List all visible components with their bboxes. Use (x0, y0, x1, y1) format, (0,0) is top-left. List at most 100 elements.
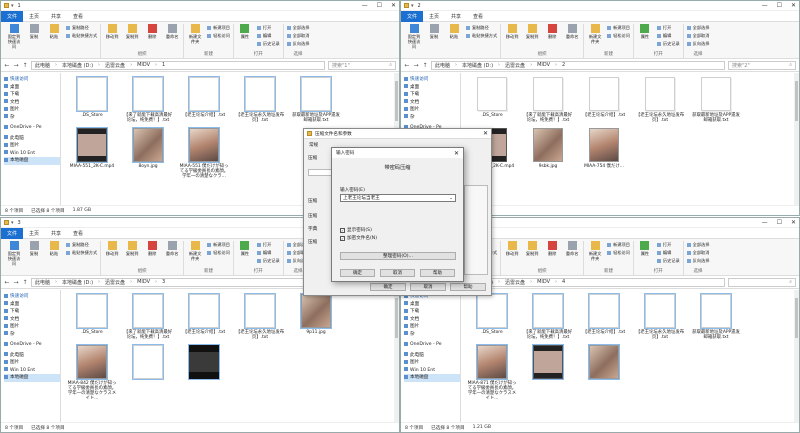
file-item[interactable] (579, 343, 629, 402)
select-all-button[interactable]: 全部选择 (287, 25, 310, 31)
new-folder-button[interactable]: 新建文件夹 (587, 24, 603, 44)
new-folder-button[interactable]: 新建文件夹 (587, 241, 603, 261)
forward-arrow-icon[interactable]: → (13, 62, 19, 69)
new-item-button[interactable]: 新建项目 (607, 25, 630, 31)
up-arrow-icon[interactable]: ↑ (22, 62, 28, 69)
paste-button[interactable]: 粘贴 (46, 241, 62, 256)
nav-win10-drive[interactable]: Win 10 Ent (4, 150, 60, 158)
tab-view[interactable]: 查看 (67, 230, 89, 237)
close-icon[interactable]: ✕ (791, 2, 796, 9)
invert-selection-button[interactable]: 反向选择 (687, 41, 710, 47)
file-item[interactable]: 【来了就能下载高清最好论坛，纯免费！】.txt (523, 293, 573, 341)
history-button[interactable]: 历史记录 (257, 258, 280, 264)
file-item[interactable]: 【老王论坛永久地址发布页】.txt (235, 76, 285, 124)
quick-access-toolbar-icon[interactable]: ▾ (411, 3, 414, 9)
file-item[interactable]: MIAA-871 僕だけが知ってる学級委員長の素顔。学年一の清楚なクラスメイト.… (467, 343, 517, 402)
breadcrumb-segment[interactable]: MIDV (137, 279, 150, 285)
tab-share[interactable]: 共享 (445, 13, 467, 20)
tab-home[interactable]: 主页 (23, 230, 45, 237)
tab-file[interactable]: 文件 (1, 10, 24, 22)
scrollbar-thumb[interactable] (395, 81, 398, 121)
copy-to-button[interactable]: 复制到 (124, 24, 140, 39)
quick-access-toolbar-icon[interactable]: ▾ (11, 220, 14, 226)
easy-access-button[interactable]: 轻松访问 (607, 250, 630, 256)
nav-downloads[interactable]: 下载 (404, 308, 460, 316)
file-item[interactable]: .DS_Store (67, 76, 117, 124)
breadcrumb-segment[interactable]: 3 (162, 279, 165, 285)
password-input[interactable]: 上老王论坛当老王 ⌄ (340, 194, 456, 202)
nav-misc[interactable]: 杂 (404, 114, 460, 122)
edit-button[interactable]: 编辑 (257, 33, 280, 39)
file-item[interactable]: 8oyn.jpg (123, 126, 173, 180)
file-item[interactable]: 【老王论坛永久地址发布页】.txt (235, 293, 285, 341)
breadcrumb[interactable]: 此电脑 › 本地磁盘 (D:) › 迅雷云盘 › MIDV › 2 (431, 60, 725, 70)
breadcrumb-segment[interactable]: MIDV (537, 62, 550, 68)
tab-general[interactable]: 常规 (309, 142, 318, 148)
help-button[interactable]: 帮助 (450, 283, 486, 291)
paste-shortcut-button[interactable]: 粘贴快捷方式 (66, 250, 97, 256)
open-button[interactable]: 打开 (257, 25, 280, 31)
file-item[interactable]: 【来了就能下载高清最好论坛，纯免费！】.txt (123, 293, 173, 341)
edit-button[interactable]: 编辑 (657, 33, 680, 39)
nav-win10-drive[interactable]: Win 10 Ent (404, 367, 460, 375)
organize-passwords-button[interactable]: 整理密码(O)... (340, 252, 456, 260)
history-button[interactable]: 历史记录 (657, 41, 680, 47)
copy-button[interactable]: 复制 (26, 241, 42, 256)
minimize-icon[interactable]: — (762, 2, 768, 9)
nav-pictures[interactable]: 图片 (4, 323, 60, 331)
move-to-button[interactable]: 移动到 (104, 241, 120, 256)
ok-button[interactable]: 确定 (340, 269, 375, 277)
breadcrumb-segment[interactable]: MIDV (537, 279, 550, 285)
copy-path-button[interactable]: 复制路径 (66, 242, 97, 248)
search-input[interactable]: ⌕ (728, 277, 796, 287)
properties-button[interactable]: 属性 (237, 24, 253, 39)
breadcrumb-segment[interactable]: 2 (562, 62, 565, 68)
back-arrow-icon[interactable]: ← (4, 62, 10, 69)
delete-button[interactable]: 删除 (544, 241, 560, 256)
breadcrumb-segment[interactable]: 迅雷云盘 (105, 279, 125, 286)
file-item[interactable]: 【老王论坛永久地址发布页】.txt (635, 77, 685, 124)
move-to-button[interactable]: 移动到 (504, 241, 520, 256)
file-item[interactable]: 【老王论坛介绍】.txt (579, 293, 629, 341)
copy-button[interactable]: 复制 (426, 24, 442, 39)
tab-share[interactable]: 共享 (45, 230, 67, 237)
forward-arrow-icon[interactable]: → (13, 279, 19, 286)
edit-button[interactable]: 编辑 (257, 250, 280, 256)
copy-to-button[interactable]: 复制到 (124, 241, 140, 256)
close-icon[interactable]: ✕ (454, 150, 459, 157)
select-none-button[interactable]: 全部取消 (687, 250, 710, 256)
nav-pictures[interactable]: 图片 (404, 106, 460, 114)
nav-this-pc[interactable]: 此电脑 (404, 352, 460, 360)
vertical-scrollbar[interactable] (394, 290, 399, 422)
rename-button[interactable]: 重命名 (164, 241, 180, 256)
rename-button[interactable]: 重命名 (564, 24, 580, 39)
move-to-button[interactable]: 移动到 (104, 24, 120, 39)
file-item[interactable]: 获取最新地址及APP遗发邮箱获取.txt (691, 77, 741, 124)
pin-quick-access-button[interactable]: 固定到快速访问 (406, 24, 422, 49)
open-button[interactable]: 打开 (657, 25, 680, 31)
breadcrumb-segment[interactable]: 4 (562, 279, 565, 285)
file-item[interactable]: 【老王论坛介绍】.txt (179, 293, 229, 341)
new-folder-button[interactable]: 新建文件夹 (187, 241, 203, 261)
new-item-button[interactable]: 新建项目 (207, 242, 230, 248)
file-item[interactable]: 9sbk.jpg (523, 127, 573, 169)
easy-access-button[interactable]: 轻松访问 (207, 250, 230, 256)
cancel-button[interactable]: 取消 (380, 269, 415, 277)
close-icon[interactable]: ✕ (483, 130, 488, 137)
nav-pc-pictures[interactable]: 图片 (4, 359, 60, 367)
select-none-button[interactable]: 全部取消 (287, 33, 310, 39)
file-item[interactable]: 获取最新地址及APP遗发邮箱获取.txt (691, 293, 741, 341)
file-item[interactable]: MIAA-551_2K-C.mp4 (67, 126, 117, 180)
edit-button[interactable]: 编辑 (657, 250, 680, 256)
invert-selection-button[interactable]: 反向选择 (287, 41, 310, 47)
file-item[interactable]: 【来了就能下载高清最好论坛，纯免费！】.txt (123, 76, 173, 124)
file-item[interactable]: 【老王论坛介绍】.txt (579, 77, 629, 124)
close-icon[interactable]: ✕ (791, 219, 796, 226)
file-item[interactable]: .DS_Store (467, 293, 517, 341)
open-button[interactable]: 打开 (257, 242, 280, 248)
chevron-down-icon[interactable]: ⌄ (449, 196, 453, 201)
nav-misc[interactable]: 杂 (4, 331, 60, 339)
nav-local-disk[interactable]: 本地磁盘 (404, 374, 460, 382)
nav-pc-pictures[interactable]: 图片 (404, 359, 460, 367)
pin-quick-access-button[interactable]: 固定到快速访问 (6, 241, 22, 266)
